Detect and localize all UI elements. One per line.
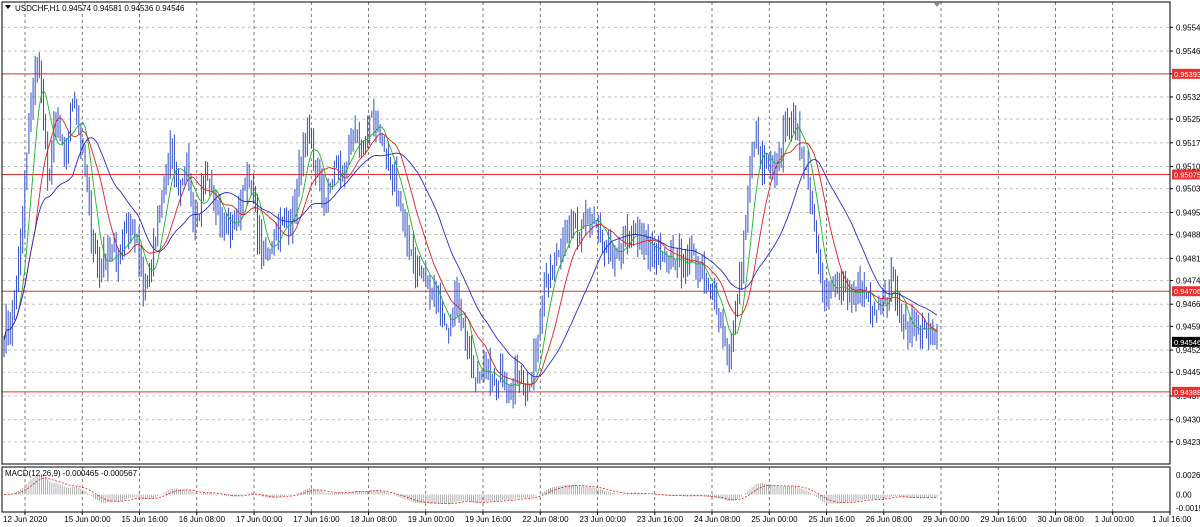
macd-signal-line — [3, 477, 937, 505]
level-label: 0.94706 — [1174, 287, 1200, 296]
x-tick-label: 24 Jun 08:00 — [694, 515, 741, 524]
symbol-info: USDCHF,H1 0.94574 0.94581 0.94536 0.9454… — [15, 4, 185, 13]
y-tick-label: 0.94665 — [1176, 300, 1200, 309]
x-tick-label: 23 Jun 16:00 — [637, 515, 684, 524]
x-tick-label: 19 Jun 16:00 — [465, 515, 512, 524]
y-tick-label: 0.94520 — [1176, 346, 1200, 355]
time-axis: 12 Jun 2020 15 Jun 00:00 15 Jun 16:00 16 Ju… — [3, 512, 1192, 524]
ma-34-line — [3, 137, 938, 378]
x-tick-label: 26 Jun 08:00 — [866, 515, 913, 524]
x-tick-label: 1 Jul 16:00 — [1152, 515, 1192, 524]
y-tick-label: 0.95540 — [1176, 23, 1200, 32]
x-tick-label: 30 Jun 08:00 — [1038, 515, 1085, 524]
x-tick-label: 15 Jun 00:00 — [64, 515, 111, 524]
chart-window: 0.95540 0.95465 0.95393 0.95320 0.95250 0.951… — [0, 0, 1200, 527]
y-tick-label: 0.94810 — [1176, 254, 1200, 263]
level-label: 0.94388 — [1174, 388, 1200, 397]
x-tick-label: 25 Jun 16:00 — [809, 515, 856, 524]
macd-y-tick-label: 0.002688 — [1176, 471, 1200, 480]
x-tick-label: 12 Jun 2020 — [3, 515, 48, 524]
grid-layer — [2, 2, 1171, 512]
x-tick-label: 29 Jun 16:00 — [980, 515, 1027, 524]
chart-frame — [1, 1, 1171, 513]
x-tick-label: 17 Jun 16:00 — [293, 515, 340, 524]
x-tick-label: 23 Jun 00:00 — [580, 515, 627, 524]
y-tick-label: 0.95465 — [1176, 47, 1200, 56]
level-label: 0.95075 — [1174, 170, 1200, 179]
y-tick-label: 0.94300 — [1176, 416, 1200, 425]
x-tick-label: 29 Jun 00:00 — [923, 515, 970, 524]
y-tick-label: 0.94885 — [1176, 231, 1200, 240]
macd-y-tick-label: -0.00155 — [1176, 504, 1200, 513]
y-tick-label: 0.94740 — [1176, 276, 1200, 285]
y-tick-label: 0.94955 — [1176, 208, 1200, 217]
macd-histogram — [3, 474, 938, 505]
macd-info: MACD(12,26,9) -0.000465 -0.000567 — [5, 469, 138, 478]
chart-canvas[interactable]: 0.95540 0.95465 0.95393 0.95320 0.95250 0.951… — [0, 0, 1200, 527]
x-tick-label: 22 Jun 08:00 — [522, 515, 569, 524]
macd-y-tick-label: 0.00 — [1176, 491, 1192, 500]
y-tick-label: 0.94450 — [1176, 368, 1200, 377]
x-tick-label: 1 Jul 00:00 — [1095, 515, 1135, 524]
symbol-header: USDCHF,H1 0.94574 0.94581 0.94536 0.9454… — [5, 4, 185, 13]
x-tick-label: 17 Jun 00:00 — [236, 515, 283, 524]
y-tick-label: 0.95175 — [1176, 139, 1200, 148]
price-axis: 0.95540 0.95465 0.95393 0.95320 0.95250 0.951… — [1170, 23, 1200, 513]
x-tick-label: 18 Jun 08:00 — [351, 515, 398, 524]
x-tick-label: 15 Jun 16:00 — [122, 515, 169, 524]
x-tick-label: 25 Jun 00:00 — [751, 515, 798, 524]
y-tick-label: 0.94230 — [1176, 438, 1200, 447]
current-price-label: 0.94546 — [1174, 338, 1200, 347]
y-tick-label: 0.95030 — [1176, 185, 1200, 194]
moving-averages — [3, 89, 938, 387]
y-tick-label: 0.94595 — [1176, 322, 1200, 331]
y-tick-label: 0.95320 — [1176, 93, 1200, 102]
x-tick-label: 16 Jun 08:00 — [179, 515, 226, 524]
ma-8-line — [3, 89, 938, 387]
x-tick-label: 19 Jun 00:00 — [408, 515, 455, 524]
level-label: 0.95393 — [1174, 70, 1200, 79]
y-tick-label: 0.95250 — [1176, 115, 1200, 124]
triangle-down-icon — [5, 5, 11, 9]
chart-shift-icon — [934, 3, 940, 7]
